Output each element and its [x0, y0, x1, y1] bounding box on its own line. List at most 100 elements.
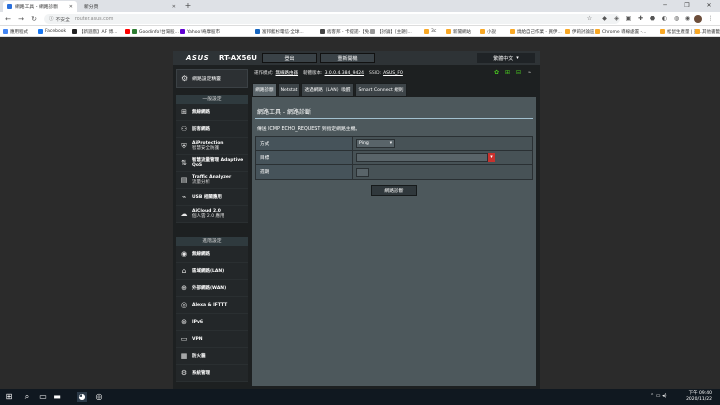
sidebar-item[interactable]: ▤ Traffic Analyzer 流量分析	[176, 172, 248, 189]
bookmark-item[interactable]: Yahoo!奇摩股市	[180, 28, 220, 35]
sidebar-item-label: 無線網路	[192, 251, 210, 257]
bookmark-item[interactable]: Chrome 導線處置 -...	[595, 28, 646, 35]
network-analysis-panel: 網路工具 - 網路診斷 傳送 ICMP ECHO_REQUEST 到指定網路主機…	[252, 97, 536, 386]
sidebar-item[interactable]: ⊞ 無線網路	[176, 104, 248, 121]
app-icon[interactable]: ✿	[493, 69, 500, 76]
sidebar-item[interactable]: ⛨ AiProtection 智慧安全防護	[176, 138, 248, 155]
bookmark-label: 富邦藍杉電信‧全球...	[262, 29, 304, 35]
tab-network-analysis[interactable]: 網路診斷	[252, 83, 277, 97]
internet-status-icon[interactable]: ⊞	[504, 69, 511, 76]
extension-icon[interactable]: ✚	[636, 14, 645, 23]
bookmark-label: 3c	[431, 29, 437, 34]
profile-avatar[interactable]	[694, 15, 702, 23]
bookmark-item[interactable]: 3c	[424, 28, 436, 35]
sidebar-item[interactable]: ☁ AiCloud 2.0 個人雲 2.0 應用	[176, 206, 248, 223]
extension-icon[interactable]: ⬣	[648, 14, 657, 23]
sidebar-item[interactable]: ▦ 防火牆	[176, 348, 248, 365]
chevron-down-icon: ▾	[516, 55, 519, 61]
diagnose-button[interactable]: 網路診斷	[371, 185, 417, 196]
tab-router-diagnostics[interactable]: 網路工具 - 網路診斷 ✕	[3, 1, 77, 12]
status-icons: ✿ ⊞ ⊟ ⌁	[493, 69, 533, 76]
search-icon[interactable]: ⌕	[22, 392, 32, 402]
advanced-menu: ◉ 無線網路 ⌂ 區域網路(LAN) ⊕ 外部網路(WAN) ◎ Alexa & IFTTT ⊛…	[176, 246, 248, 382]
sidebar-item[interactable]: ⚇ 訪客網路	[176, 121, 248, 138]
bookmark-item[interactable]: 痞客邦 - 卡提諾-【免...	[320, 28, 373, 35]
sidebar-item[interactable]: ▭ VPN	[176, 331, 248, 348]
bookmark-item[interactable]: 其他書籤	[695, 28, 720, 35]
bookmark-item[interactable]: 富邦藍杉電信‧全球...	[255, 28, 304, 35]
file-explorer-icon[interactable]: ▬	[52, 392, 62, 402]
bookmark-item[interactable]	[125, 28, 132, 35]
maximize-icon[interactable]: ❐	[676, 0, 698, 12]
sidebar-item[interactable]: ⇅ 智慧流量管理 Adaptive QoS	[176, 155, 248, 172]
extension-icon[interactable]: ◉	[683, 14, 692, 23]
sidebar-item-text: VPN	[192, 337, 203, 342]
extension-icon[interactable]: ◍	[672, 14, 681, 23]
sidebar-item[interactable]: ⊛ IPv6	[176, 314, 248, 331]
taskbar-clock[interactable]: 下午 09:40 2020/11/22	[672, 391, 712, 403]
bookmark-item[interactable]: 應用程式	[3, 28, 28, 35]
sidebar-item[interactable]: ⌁ USB 相關應用	[176, 189, 248, 206]
method-select[interactable]: Ping ▾	[356, 139, 395, 148]
chrome-icon[interactable]: ◕	[77, 392, 87, 402]
tab-smart-connect-rule[interactable]: Smart Connect 規則	[355, 83, 407, 97]
usb-status-icon[interactable]: ⌁	[526, 69, 533, 76]
bookmark-label: 應用程式	[10, 29, 28, 35]
sidebar-item[interactable]: ⊕ 外部網路(WAN)	[176, 280, 248, 297]
target-input[interactable]	[356, 153, 488, 162]
general-menu: ⊞ 無線網路 ⚇ 訪客網路 ⛨ AiProtection 智慧安全防護 ⇅ 智慧流量管理 Ada…	[176, 104, 248, 223]
bookmark-item[interactable]: 燒給自己作業 - 買伊...	[510, 28, 562, 35]
menu-icon[interactable]: ⋮	[706, 14, 715, 23]
quick-internet-setup[interactable]: ⚙ 網路設定精靈	[176, 69, 248, 88]
language-select[interactable]: 繁體中文 ▾	[477, 53, 535, 63]
extension-icon[interactable]: ◈	[612, 14, 621, 23]
close-window-icon[interactable]: ✕	[698, 0, 720, 12]
app-icon[interactable]: ◎	[94, 392, 104, 402]
bookmark-item[interactable]: Facebook	[38, 28, 66, 35]
address-bar[interactable]: ⓘ 不安全 router.asus.com	[44, 14, 620, 24]
bookmark-item[interactable]: 新聞網站	[446, 28, 471, 35]
bookmark-label: 痞客邦 - 卡提諾-【免...	[327, 29, 374, 35]
reboot-button[interactable]: 重新開機	[320, 53, 375, 63]
forward-icon[interactable]: →	[16, 14, 26, 24]
bookmark-item[interactable]: Goodinfo!台灣股...	[132, 28, 179, 35]
logout-button[interactable]: 登出	[262, 53, 317, 63]
sidebar-item[interactable]: ◉ 無線網路	[176, 246, 248, 263]
firmware-version-link[interactable]: 3.0.0.4.384_9424	[325, 71, 364, 76]
bookmark-item[interactable]: 小說	[480, 28, 496, 35]
windows-taskbar: ⊞ ⌕ ▭ ▬ ◕ ◎ ⌃ ▭ ◂) 下午 09:40 2020/11/22	[0, 389, 720, 405]
sidebar-item[interactable]: ⌂ 區域網路(LAN)	[176, 263, 248, 280]
close-tab-icon[interactable]: ✕	[172, 4, 176, 10]
count-input[interactable]	[356, 167, 369, 177]
sidebar-item[interactable]: ◎ Alexa & IFTTT	[176, 297, 248, 314]
operation-mode-link[interactable]: 無線路由器	[276, 70, 299, 76]
tab-wake-on-lan[interactable]: 透過網路（LAN）喚醒	[301, 83, 354, 97]
extension-icon[interactable]: ◐	[660, 14, 669, 23]
sidebar-item-text: 智慧流量管理 Adaptive QoS	[192, 158, 248, 168]
bookmark-item[interactable]: 【新遊戲】AF 博...	[72, 28, 117, 35]
bookmark-item[interactable]: 【討論】[主題]...	[370, 28, 412, 35]
lan-status-icon[interactable]: ⊟	[515, 69, 522, 76]
bookmark-label: 小說	[487, 29, 496, 35]
target-dropdown-button[interactable]: ▾	[488, 153, 495, 162]
ssid-link[interactable]: ASUS_F0	[383, 71, 403, 76]
back-icon[interactable]: ←	[3, 14, 13, 24]
bookmark-star-icon[interactable]: ☆	[585, 14, 594, 23]
not-secure-icon[interactable]: ⓘ	[49, 16, 54, 22]
task-view-icon[interactable]: ▭	[38, 392, 48, 402]
aicloud-icon: ☁	[180, 210, 188, 218]
minimize-icon[interactable]: ─	[654, 0, 676, 12]
tab-netstat[interactable]: Netstat	[278, 83, 300, 97]
tab-new-tab[interactable]: 新分頁 ✕	[80, 1, 180, 12]
sidebar-item-text: 外部網路(WAN)	[192, 286, 226, 291]
sidebar-item[interactable]: ⚙ 系統管理	[176, 365, 248, 382]
system-tray-icons[interactable]: ⌃ ▭ ◂)	[650, 393, 667, 399]
extension-icon[interactable]: ◆	[600, 14, 609, 23]
ssid-label: SSID:	[369, 70, 382, 76]
windows-start-icon[interactable]: ⊞	[4, 392, 14, 402]
extension-icon[interactable]: ▣	[624, 14, 633, 23]
reload-icon[interactable]: ↻	[29, 14, 39, 24]
close-tab-icon[interactable]: ✕	[69, 4, 73, 10]
bookmark-item[interactable]: 伊莉討論區	[565, 28, 595, 35]
new-tab-button[interactable]: +	[183, 1, 193, 11]
